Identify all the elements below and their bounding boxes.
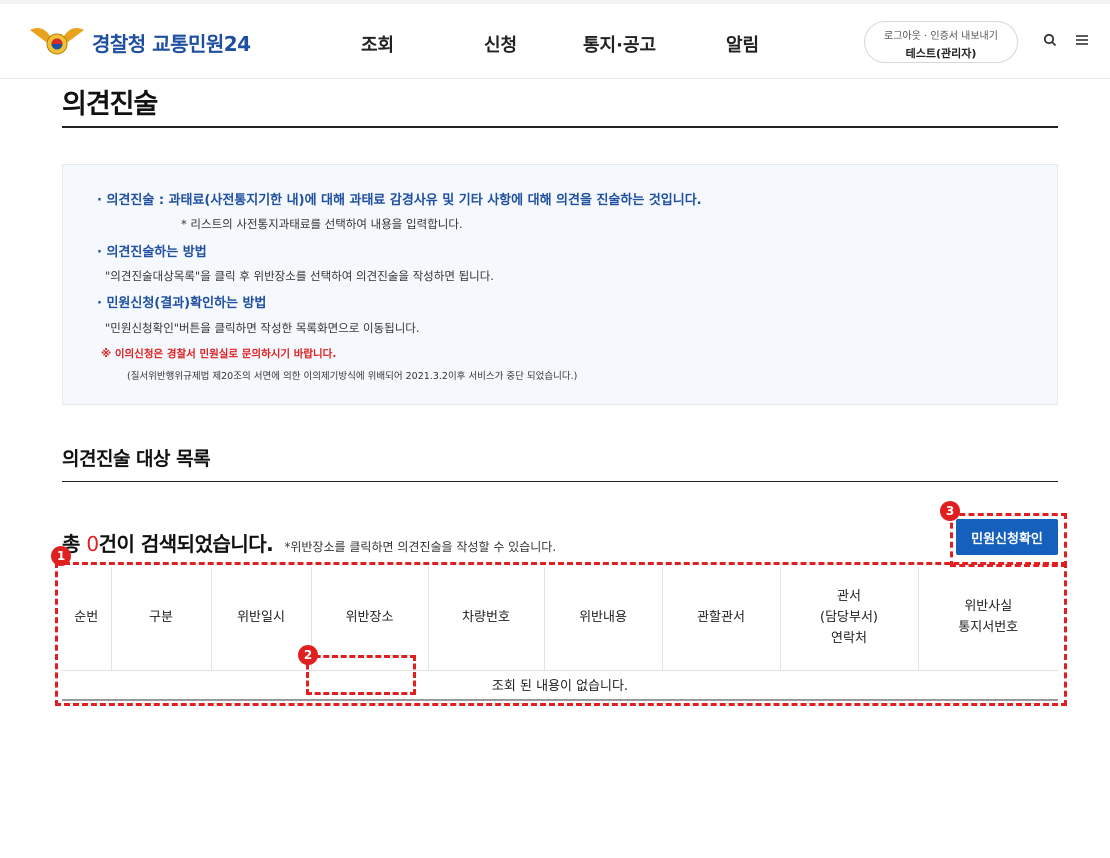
nav-item-apply[interactable]: 신청 [484,31,517,57]
info-selection-note: * 리스트의 사전통지과태료를 선택하여 내용을 입력합니다. [181,217,463,231]
annotation-marker-3: 3 [940,501,960,521]
site-logo[interactable]: 경찰청 교통민원24 [28,22,251,62]
info-method-text: "의견진술대상목록"을 클릭 후 위반장소를 선택하여 의견진술을 작성하면 됩… [105,269,494,283]
annotation-box-confirm-button [950,513,1067,567]
info-objection-warning: ※ 이의신청은 경찰서 민원실로 문의하시기 바랍니다. [101,348,337,360]
police-emblem-icon [28,22,86,62]
result-count-number: 0 [86,532,99,556]
nav-item-notice[interactable]: 통지·공고 [583,31,656,57]
result-count-suffix: 건이 검색되었습니다. [98,532,274,556]
annotation-box-place-cell [306,655,416,695]
info-method-heading: · 의견진술하는 방법 [97,245,207,260]
site-header: 경찰청 교통민원24 조회 신청 통지·공고 알림 로그아웃 · 인증서 내보내… [0,4,1110,79]
search-icon[interactable] [1043,32,1057,52]
info-box: · 의견진술 : 과태료(사전통지기한 내)에 대해 과태료 감경사유 및 기타… [62,164,1058,405]
annotation-marker-2: 2 [298,645,318,665]
result-note: *위반장소를 클릭하면 의견진술을 작성할 수 있습니다. [284,540,557,554]
section-title: 의견진술 대상 목록 [62,448,211,470]
info-confirm-heading: · 민원신청(결과)확인하는 방법 [97,296,267,311]
section-divider [62,481,1058,482]
title-divider [62,126,1058,128]
menu-icon[interactable] [1075,32,1089,52]
logout-cert-export-link[interactable]: 로그아웃 · 인증서 내보내기 [865,27,1017,42]
page-title: 의견진술 [62,89,158,120]
annotation-marker-1: 1 [51,546,71,566]
site-logo-text: 경찰청 교통민원24 [92,31,251,56]
nav-item-lookup[interactable]: 조회 [361,31,394,57]
user-name: 테스트(관리자) [905,47,977,60]
info-objection-note: (질서위반행위규제법 제20조의 서면에 의한 이의제기방식에 위배되어 202… [127,371,578,382]
info-confirm-text: "민원신청확인"버튼을 클릭하면 작성한 목록화면으로 이동됩니다. [105,321,420,335]
result-count: 총 0건이 검색되었습니다. *위반장소를 클릭하면 의견진술을 작성할 수 있… [62,528,556,557]
info-description: · 의견진술 : 과태료(사전통지기한 내)에 대해 과태료 감경사유 및 기타… [97,193,702,208]
user-session-box[interactable]: 로그아웃 · 인증서 내보내기 테스트(관리자) [864,21,1018,63]
nav-item-alert[interactable]: 알림 [726,31,759,57]
annotation-box-table [55,562,1067,706]
